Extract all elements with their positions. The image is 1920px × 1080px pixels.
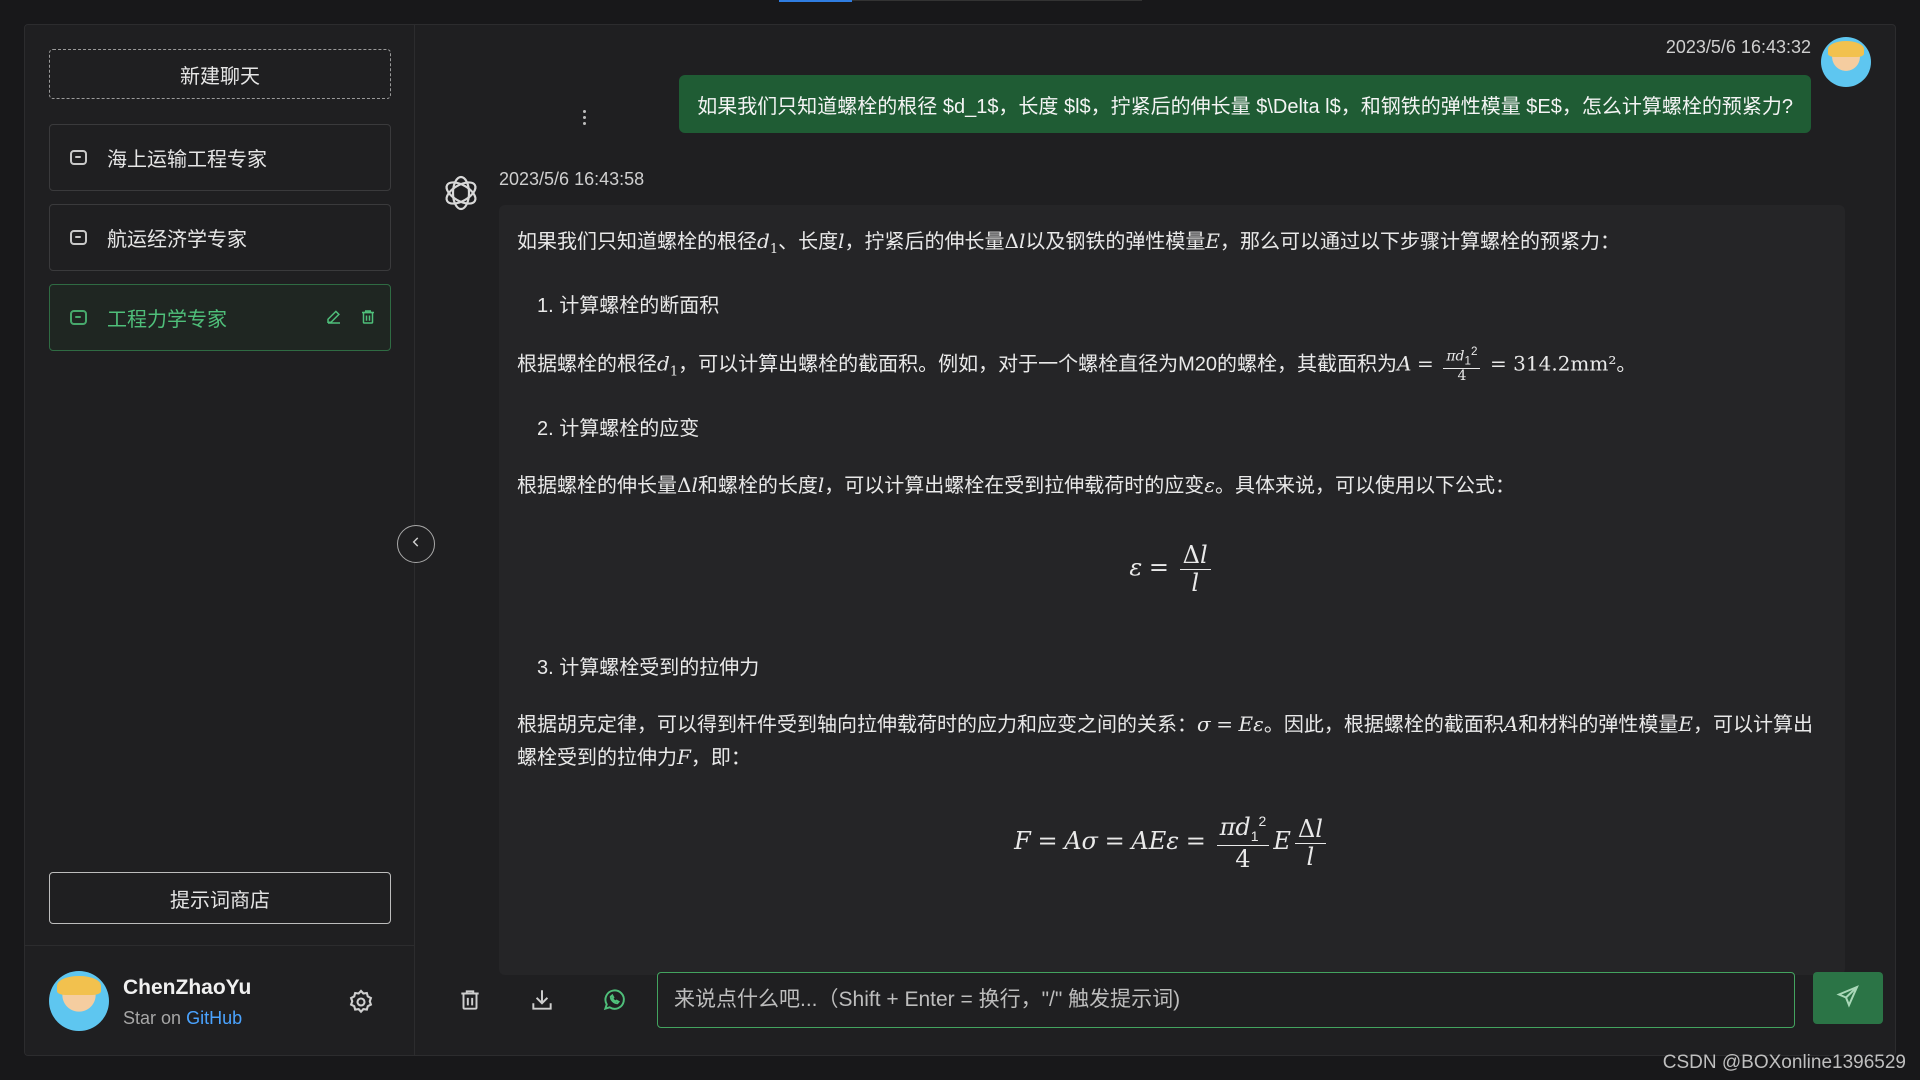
chevron-left-icon bbox=[409, 535, 423, 554]
trash-icon[interactable] bbox=[455, 985, 485, 1015]
conversation-item[interactable]: 海上运输工程专家 bbox=[49, 124, 391, 191]
new-chat-button[interactable]: 新建聊天 bbox=[49, 49, 391, 99]
send-button[interactable] bbox=[1813, 972, 1883, 1024]
conversation-list: 海上运输工程专家 航运经济学专家 工程力学专家 bbox=[49, 124, 391, 364]
chat-icon bbox=[70, 230, 87, 245]
openai-logo-icon bbox=[439, 171, 483, 215]
conversation-item-active[interactable]: 工程力学专家 bbox=[49, 284, 391, 351]
step3-body: 根据胡克定律，可以得到杆件受到轴向拉伸载荷时的应力和应变之间的关系：σ = Eε… bbox=[517, 712, 1813, 770]
chat-icon bbox=[70, 150, 87, 165]
conversation-title: 工程力学专家 bbox=[107, 309, 227, 331]
settings-icon[interactable] bbox=[347, 988, 375, 1016]
user-message-bubble: 如果我们只知道螺栓的根径 $d_1$，长度 $l$，拧紧后的伸长量 $\Delt… bbox=[679, 75, 1811, 133]
whatsapp-icon[interactable] bbox=[599, 985, 629, 1015]
conversation-item[interactable]: 航运经济学专家 bbox=[49, 204, 391, 271]
prompt-store-button[interactable]: 提示词商店 bbox=[49, 872, 391, 924]
force-formula: F = Aσ = AEε = πd12 4 E Δl l bbox=[517, 814, 1827, 872]
strain-formula: ε = Δl l bbox=[517, 541, 1827, 596]
avatar bbox=[49, 971, 109, 1031]
watermark: CSDN @BOXonline1396529 bbox=[1662, 1052, 1906, 1073]
delete-icon[interactable] bbox=[358, 307, 378, 327]
user-avatar bbox=[1821, 37, 1871, 87]
step-heading: 3. 计算螺栓受到的拉伸力 bbox=[537, 657, 760, 680]
user-panel: ChenZhaoYu Star on GitHub bbox=[25, 945, 414, 1055]
app-window: 新建聊天 海上运输工程专家 航运经济学专家 工程力学专家 提示词商店 ChenZ… bbox=[24, 24, 1896, 1056]
step-heading: 2. 计算螺栓的应变 bbox=[537, 417, 700, 440]
bot-intro: 如果我们只知道螺栓的根径d1、长度l，拧紧后的伸长量Δl以及钢铁的弹性模量E，那… bbox=[517, 229, 1620, 257]
bot-message-timestamp: 2023/5/6 16:43:58 bbox=[499, 169, 645, 189]
user-name: ChenZhaoYu bbox=[123, 976, 252, 999]
bot-message-bubble: 如果我们只知道螺栓的根径d1、长度l，拧紧后的伸长量Δl以及钢铁的弹性模量E，那… bbox=[499, 205, 1845, 975]
collapse-sidebar-button[interactable] bbox=[397, 525, 435, 563]
chat-input[interactable] bbox=[657, 972, 1795, 1028]
star-text: Star on bbox=[123, 1008, 182, 1028]
step-heading: 1. 计算螺栓的断面积 bbox=[537, 295, 720, 317]
download-icon[interactable] bbox=[527, 985, 557, 1015]
user-message-timestamp: 2023/5/6 16:43:32 bbox=[1665, 37, 1811, 57]
more-options-icon[interactable] bbox=[583, 110, 586, 125]
chat-main: 2023/5/6 16:43:32 如果我们只知道螺栓的根径 $d_1$，长度 … bbox=[415, 25, 1895, 1055]
step1-body: 根据螺栓的根径d1，可以计算出螺栓的截面积。例如，对于一个螺栓直径为M20的螺栓… bbox=[517, 345, 1637, 385]
sidebar: 新建聊天 海上运输工程专家 航运经济学专家 工程力学专家 提示词商店 ChenZ… bbox=[25, 25, 415, 1055]
edit-icon[interactable] bbox=[324, 307, 344, 327]
user-subtitle: Star on GitHub bbox=[123, 1008, 242, 1029]
top-tab-indicator bbox=[779, 0, 852, 2]
conversation-title: 航运经济学专家 bbox=[107, 229, 247, 251]
send-icon bbox=[1836, 984, 1860, 1013]
step2-body: 根据螺栓的伸长量Δl和螺栓的长度l，可以计算出螺栓在受到拉伸载荷时的应变ε。具体… bbox=[517, 472, 1515, 497]
github-link[interactable]: GitHub bbox=[186, 1008, 242, 1028]
chat-icon bbox=[70, 310, 87, 325]
input-toolbar bbox=[415, 945, 1895, 1055]
conversation-title: 海上运输工程专家 bbox=[107, 149, 267, 171]
top-divider bbox=[852, 0, 1142, 1]
